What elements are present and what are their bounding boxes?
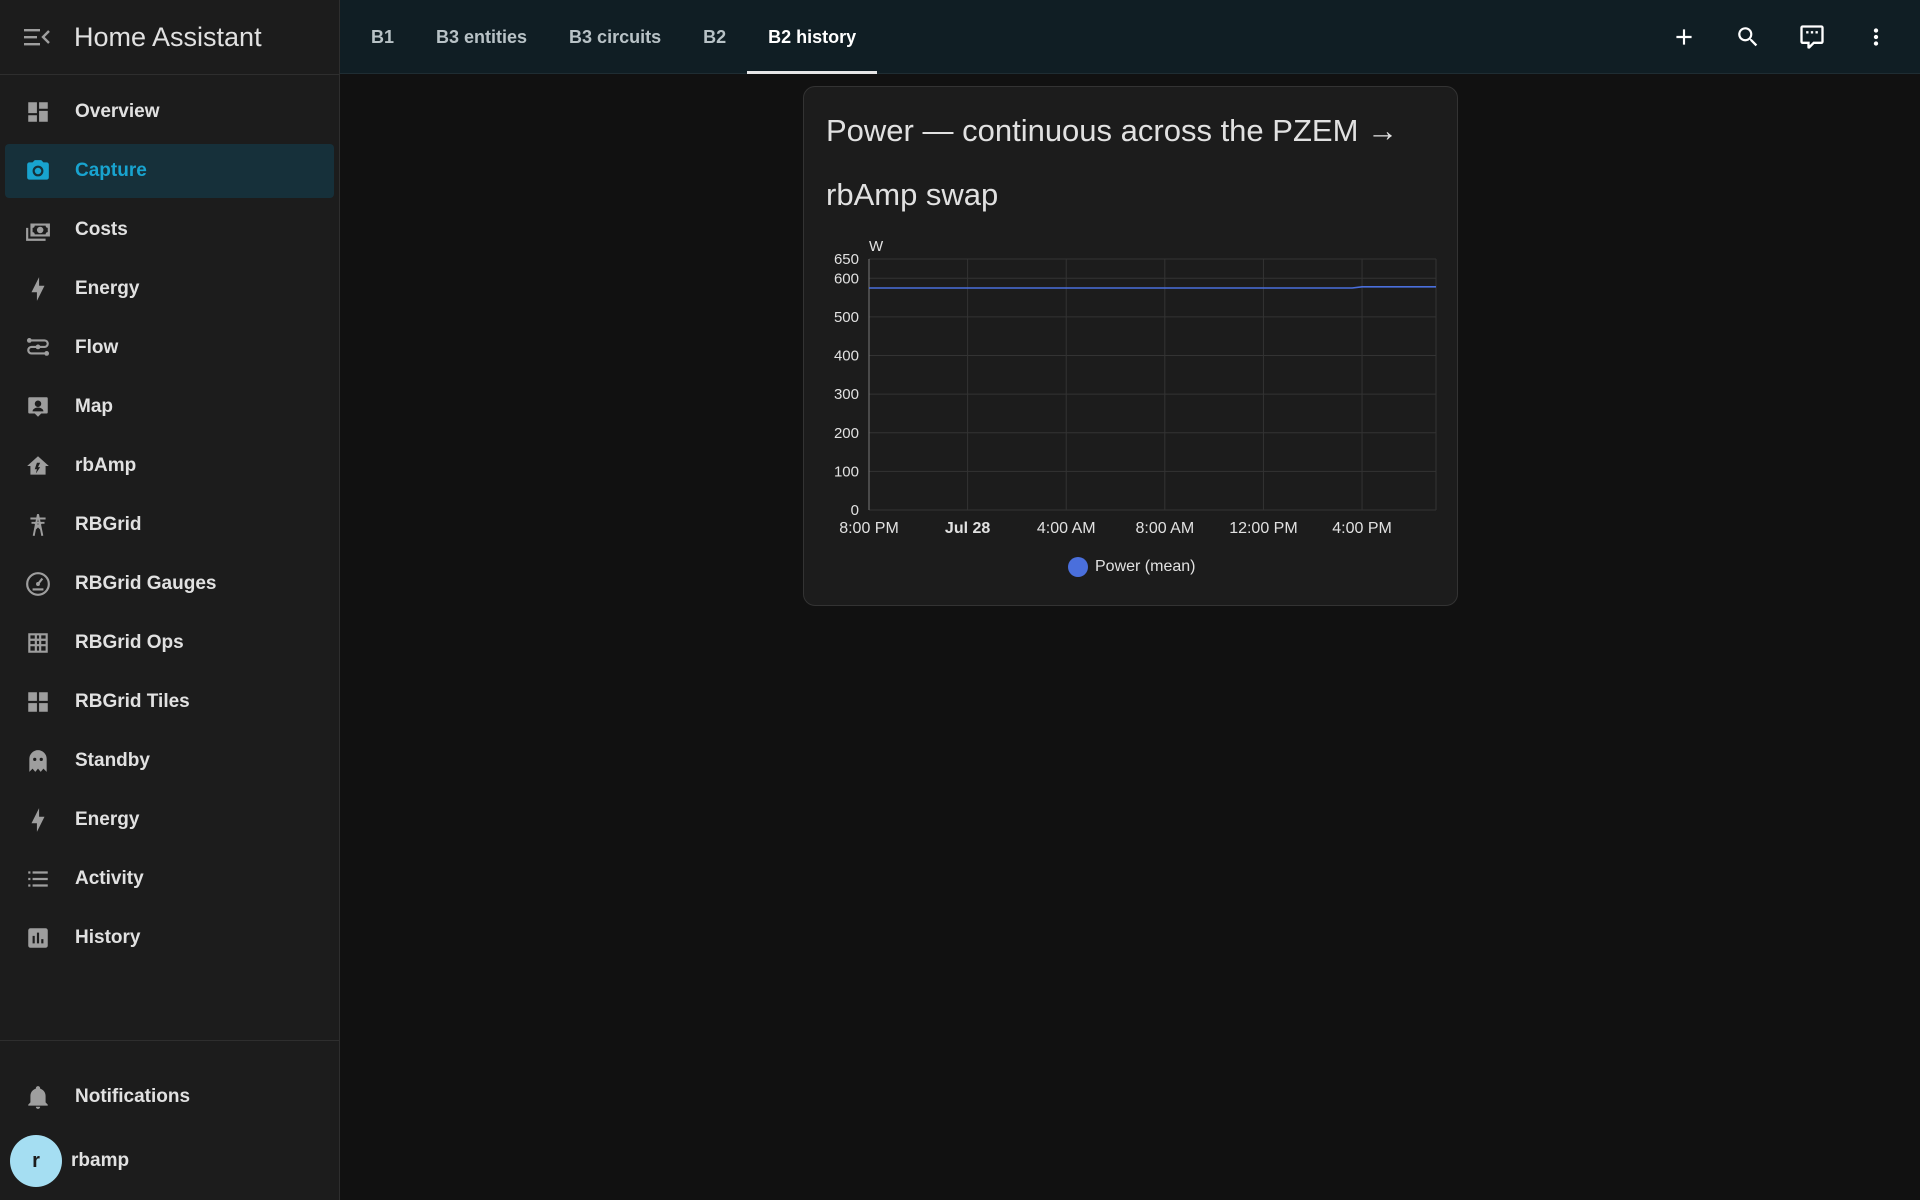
sidebar-item-rbgrid[interactable]: RBGrid <box>5 498 334 552</box>
x-tick-label: Jul 28 <box>945 520 990 537</box>
sidebar-item-history[interactable]: History <box>5 911 334 965</box>
chart-box-icon <box>23 923 53 953</box>
camera-icon <box>23 156 53 186</box>
bell-icon <box>23 1082 53 1112</box>
sidebar-item-label: Costs <box>75 219 128 240</box>
account-box-icon <box>23 392 53 422</box>
x-tick-label: 4:00 AM <box>1037 520 1096 537</box>
tab-b3-circuits[interactable]: B3 circuits <box>548 0 682 74</box>
y-tick-label: 500 <box>834 309 859 326</box>
y-tick-label: 100 <box>834 463 859 480</box>
flow-icon <box>23 333 53 363</box>
lightning-icon <box>23 274 53 304</box>
sidebar-item-rbgrid-tiles[interactable]: RBGrid Tiles <box>5 675 334 729</box>
sidebar-item-label: RBGrid Gauges <box>75 573 217 594</box>
sidebar-item-capture[interactable]: Capture <box>5 144 334 198</box>
y-tick-label: 650 <box>834 251 859 268</box>
tab-b1[interactable]: B1 <box>350 0 415 74</box>
top-bar: B1 B3 entities B3 circuits B2 B2 history <box>340 0 1920 74</box>
sidebar-item-label: RBGrid <box>75 514 142 535</box>
user-name: rbamp <box>71 1150 130 1171</box>
y-axis-unit-label: W <box>869 238 884 255</box>
sidebar-item-label: Energy <box>75 278 140 299</box>
x-tick-label: 12:00 PM <box>1229 520 1297 537</box>
menu-collapse-icon[interactable] <box>24 24 50 50</box>
sidebar-item-standby[interactable]: Standby <box>5 734 334 788</box>
sidebar-item-rbgrid-ops[interactable]: RBGrid Ops <box>5 616 334 670</box>
sidebar-item-overview[interactable]: Overview <box>5 85 334 139</box>
sidebar-item-label: rbAmp <box>75 455 137 476</box>
sidebar-item-map[interactable]: Map <box>5 380 334 434</box>
sidebar-item-label: Activity <box>75 868 144 889</box>
grid-icon <box>23 628 53 658</box>
sidebar: Home Assistant Overview Capture Costs En… <box>0 0 340 1200</box>
toolbar-actions <box>1644 0 1900 74</box>
view-grid-icon <box>23 687 53 717</box>
y-tick-label: 200 <box>834 425 859 442</box>
avatar: r <box>10 1135 62 1187</box>
comment-icon[interactable] <box>1788 13 1836 61</box>
sidebar-nav: Overview Capture Costs Energy Flow Map r… <box>0 75 339 965</box>
sidebar-item-label: History <box>75 927 141 948</box>
sidebar-item-label: Energy <box>75 809 140 830</box>
sidebar-item-label: Map <box>75 396 113 417</box>
sidebar-item-label: Flow <box>75 337 119 358</box>
sidebar-item-rbamp[interactable]: rbAmp <box>5 439 334 493</box>
sidebar-item-energy[interactable]: Energy <box>5 262 334 316</box>
x-tick-label: 8:00 AM <box>1135 520 1194 537</box>
view-tabs: B1 B3 entities B3 circuits B2 B2 history <box>350 0 878 74</box>
y-tick-label: 300 <box>834 386 859 403</box>
sidebar-item-user[interactable]: r rbamp <box>5 1134 335 1188</box>
sidebar-item-energy-2[interactable]: Energy <box>5 793 334 847</box>
x-tick-label: 4:00 PM <box>1332 520 1392 537</box>
sidebar-item-label: Overview <box>75 101 160 122</box>
sidebar-item-label: Standby <box>75 750 150 771</box>
x-tick-label: 8:00 PM <box>839 520 899 537</box>
transmission-tower-icon <box>23 510 53 540</box>
app-title: Home Assistant <box>74 21 262 52</box>
sidebar-item-rbgrid-gauges[interactable]: RBGrid Gauges <box>5 557 334 611</box>
search-icon[interactable] <box>1724 13 1772 61</box>
chart-legend[interactable]: Power (mean) <box>1068 557 1195 577</box>
ghost-icon <box>23 746 53 776</box>
sidebar-item-activity[interactable]: Activity <box>5 852 334 906</box>
plus-icon[interactable] <box>1660 13 1708 61</box>
tab-b2-history[interactable]: B2 history <box>747 0 878 74</box>
tab-b2[interactable]: B2 <box>682 0 747 74</box>
format-list-icon <box>23 864 53 894</box>
lightning-icon <box>23 805 53 835</box>
sidebar-item-flow[interactable]: Flow <box>5 321 334 375</box>
legend-swatch <box>1068 557 1088 577</box>
sidebar-divider <box>0 1040 340 1041</box>
tab-b3-entities[interactable]: B3 entities <box>415 0 548 74</box>
dashboard-icon <box>23 97 53 127</box>
sidebar-item-label: RBGrid Ops <box>75 632 184 653</box>
y-tick-label: 0 <box>851 502 859 519</box>
dots-vertical-icon[interactable] <box>1852 13 1900 61</box>
sidebar-item-label: Capture <box>75 160 147 181</box>
legend-label: Power (mean) <box>1095 558 1196 575</box>
sidebar-item-notifications[interactable]: Notifications <box>5 1070 335 1124</box>
sidebar-item-label: RBGrid Tiles <box>75 691 190 712</box>
sidebar-header: Home Assistant <box>0 0 339 75</box>
y-tick-label: 400 <box>834 348 859 365</box>
sidebar-item-costs[interactable]: Costs <box>5 203 334 257</box>
notifications-label: Notifications <box>75 1086 191 1107</box>
history-graph-card: Power — continuous across the PZEM → rbA… <box>803 86 1458 606</box>
power-history-chart[interactable]: 0 100 200 300 400 500 600 650 8:00 PM Jul 28 4:00 … <box>804 87 1459 607</box>
series-line-power-mean <box>869 286 1436 289</box>
home-lightning-icon <box>23 451 53 481</box>
cash-icon <box>23 215 53 245</box>
gauge-icon <box>23 569 53 599</box>
y-tick-label: 600 <box>834 270 859 287</box>
